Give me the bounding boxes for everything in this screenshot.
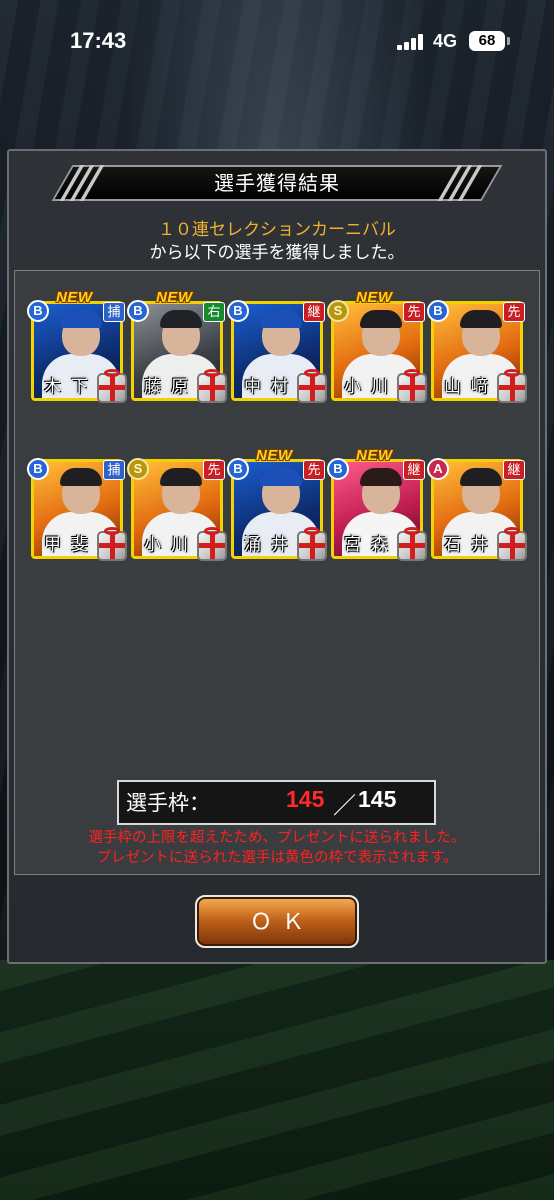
gift-icon [397,527,427,561]
player-name: 藤原 [144,377,198,397]
new-badge: NEW [56,289,93,306]
event-name: １０連セレクションカーニバル [158,220,396,240]
player-name: 山﨑 [444,377,498,397]
player-name: 木下 [44,377,98,397]
position-badge: 継 [303,302,325,322]
rank-badge: B [227,300,249,322]
gift-icon [97,527,127,561]
position-badge: 継 [503,460,525,480]
gift-icon [197,527,227,561]
position-badge: 先 [203,460,225,480]
gift-icon [497,527,527,561]
rank-badge: B [327,458,349,480]
signal-icon [397,34,423,50]
new-badge: NEW [156,289,193,306]
rank-badge: S [127,458,149,480]
dialog-title: 選手獲得結果 [214,171,340,195]
battery-icon: 68 [469,31,505,51]
player-name: 石井 [444,535,498,555]
warning-line-1: 選手枠の上限を超えたため、プレゼントに送られました。 [88,830,466,846]
position-badge: 右 [203,302,225,322]
warning-line-2: プレゼントに送られた選手は黄色の枠で表示されます。 [96,850,458,866]
roster-current: 145 [286,786,325,812]
player-name: 甲斐 [44,535,98,555]
rank-badge: A [427,458,449,480]
position-badge: 捕 [103,302,125,322]
position-badge: 先 [303,460,325,480]
rank-badge: B [27,300,49,322]
rank-badge: B [427,300,449,322]
network-type: 4G [433,31,458,51]
player-name: 宮森 [344,535,398,555]
player-name: 中村 [244,377,298,397]
field-background [0,960,554,1200]
player-name: 小川 [344,377,398,397]
rank-badge: B [127,300,149,322]
position-badge: 先 [503,302,525,322]
new-badge: NEW [356,447,393,464]
position-badge: 先 [403,302,425,322]
rank-badge: B [227,458,249,480]
player-name: 小川 [144,535,198,555]
gift-icon [97,369,127,403]
gift-icon [397,369,427,403]
ok-button[interactable]: ＯＫ [195,895,359,948]
result-message: から以下の選手を獲得しました。 [149,243,405,263]
gift-icon [197,369,227,403]
player-name: 涌井 [244,535,298,555]
roster-label: 選手枠： [126,791,210,815]
new-badge: NEW [256,447,293,464]
rank-badge: B [27,458,49,480]
roster-separator: ／ [333,792,356,818]
gift-icon [297,527,327,561]
new-badge: NEW [356,289,393,306]
roster-max: 145 [358,786,397,812]
rank-badge: S [327,300,349,322]
status-time: 17:43 [70,28,127,53]
battery-tip [507,37,510,45]
gift-icon [497,369,527,403]
status-bar: 17:43 4G 68 [0,0,554,84]
position-badge: 捕 [103,460,125,480]
position-badge: 継 [403,460,425,480]
gift-icon [297,369,327,403]
